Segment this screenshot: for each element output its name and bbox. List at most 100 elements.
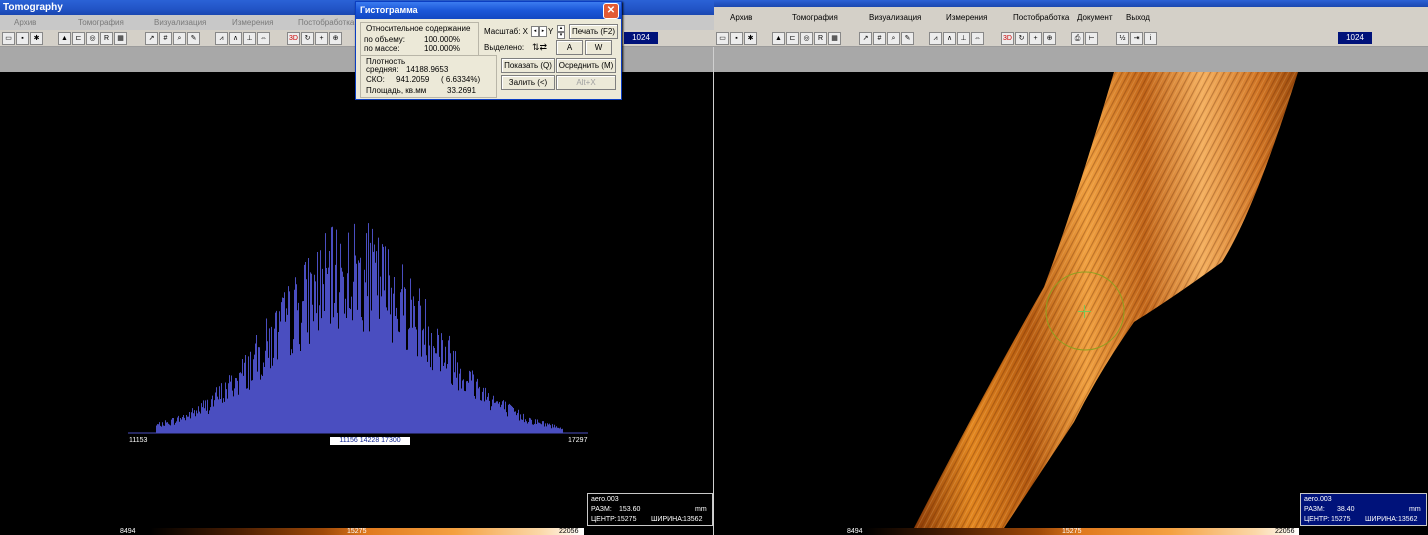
menu-postprocessing[interactable]: Постобработка bbox=[1013, 13, 1069, 22]
width-label: ШИРИНА: bbox=[651, 516, 684, 523]
tool-icon[interactable]: ✎ bbox=[187, 32, 200, 45]
zoom-icon[interactable]: ⌕ bbox=[887, 32, 900, 45]
print-button[interactable]: Печать (F2) bbox=[569, 24, 618, 39]
menu-visualization[interactable]: Визуализация bbox=[154, 18, 206, 27]
slice-count[interactable]: 1024 bbox=[624, 32, 658, 44]
menu-measurements[interactable]: Измерения bbox=[232, 18, 273, 27]
fraction-icon[interactable]: ½ bbox=[1116, 32, 1129, 45]
plus-icon[interactable]: + bbox=[315, 32, 328, 45]
grid-icon[interactable]: ▦ bbox=[828, 32, 841, 45]
crosshair-icon[interactable]: ⊕ bbox=[329, 32, 342, 45]
menu-visualization[interactable]: Визуализация bbox=[869, 13, 921, 22]
area-label: Площадь, кв.мм bbox=[366, 86, 427, 95]
menu-archive[interactable]: Архив bbox=[730, 13, 752, 22]
slice-icon[interactable]: ⊏ bbox=[786, 32, 799, 45]
info-icon[interactable]: i bbox=[1144, 32, 1157, 45]
level-icon[interactable]: ⊥ bbox=[243, 32, 256, 45]
fill-button[interactable]: Залить (<) bbox=[501, 75, 555, 90]
viewport-header-right bbox=[714, 47, 1428, 72]
link-icon[interactable]: ⇔ bbox=[971, 32, 984, 45]
close-icon[interactable]: ✕ bbox=[603, 3, 619, 19]
chart-icon[interactable]: ⩘ bbox=[215, 32, 228, 45]
print-icon[interactable]: ⎙ bbox=[1071, 32, 1084, 45]
density-group: Плотность средняя: 14188.9653 СКО: 941.2… bbox=[360, 55, 497, 98]
profile-icon[interactable]: ↗ bbox=[859, 32, 872, 45]
roi-crosshair-v[interactable] bbox=[1084, 305, 1085, 318]
menu-tomography[interactable]: Томография bbox=[78, 18, 124, 27]
target-icon[interactable]: ◎ bbox=[800, 32, 813, 45]
open-icon[interactable]: ▭ bbox=[716, 32, 729, 45]
menu-bar-right: Архив Томография Визуализация Измерения … bbox=[714, 7, 1428, 30]
specimen-image[interactable] bbox=[714, 72, 1428, 528]
altx-button: Alt+X bbox=[556, 75, 616, 90]
size-label: РАЗМ: bbox=[1304, 506, 1325, 513]
profile-icon[interactable]: ↗ bbox=[145, 32, 158, 45]
crosshair-icon[interactable]: ⊕ bbox=[1043, 32, 1056, 45]
menu-postprocessing[interactable]: Постобработка bbox=[298, 18, 354, 27]
save-icon[interactable]: ▪ bbox=[16, 32, 29, 45]
view-icon[interactable]: ▲ bbox=[772, 32, 785, 45]
measure-icon[interactable]: ∧ bbox=[229, 32, 242, 45]
colorbar-mid: 15275 bbox=[347, 528, 367, 535]
by-mass-label: по массе: bbox=[364, 44, 400, 53]
scale-x-left-icon[interactable]: ◂ bbox=[531, 26, 539, 37]
by-volume-value: 100.000% bbox=[424, 35, 461, 44]
size-unit: mm bbox=[1409, 506, 1421, 513]
w-button[interactable]: W bbox=[585, 40, 612, 55]
sko-percent: ( 6.6334%) bbox=[441, 75, 481, 84]
sort-icon[interactable]: ⇅⇄ bbox=[532, 42, 547, 53]
scale-y-down-icon[interactable]: ▾ bbox=[557, 32, 565, 39]
chart-icon[interactable]: ⩘ bbox=[929, 32, 942, 45]
toolbar-right: ▭ ▪ ✱ ▲ ⊏ ◎ R ▦ ↗ # ⌕ ✎ ⩘ ∧ ⊥ ⇔ 3D ↻ + ⊕… bbox=[714, 30, 1428, 47]
size-label: РАЗМ: bbox=[591, 506, 612, 513]
dialog-title: Гистограмма bbox=[360, 5, 418, 15]
center-value: 15275 bbox=[617, 516, 637, 523]
plus-icon[interactable]: + bbox=[1029, 32, 1042, 45]
width-value: 13562 bbox=[683, 516, 703, 523]
axis-icon[interactable]: ⊢ bbox=[1085, 32, 1098, 45]
link-icon[interactable]: ⇔ bbox=[257, 32, 270, 45]
menu-archive[interactable]: Архив bbox=[14, 18, 36, 27]
size-value: 38.40 bbox=[1337, 506, 1355, 513]
zoom-icon[interactable]: ⌕ bbox=[173, 32, 186, 45]
show-button[interactable]: Показать (Q) bbox=[501, 58, 555, 73]
target-icon[interactable]: ◎ bbox=[86, 32, 99, 45]
slice-count[interactable]: 1024 bbox=[1338, 32, 1372, 44]
center-label: ЦЕНТР: bbox=[1304, 516, 1330, 523]
average-button[interactable]: Осреднить (M) bbox=[556, 58, 616, 73]
scale-x-right-icon[interactable]: ▸ bbox=[539, 26, 547, 37]
colorbar-right bbox=[865, 528, 1299, 535]
dialog-title-bar[interactable]: Гистограмма ✕ bbox=[356, 2, 621, 19]
a-button[interactable]: A bbox=[556, 40, 583, 55]
level-icon[interactable]: ⊥ bbox=[957, 32, 970, 45]
save-icon[interactable]: ▪ bbox=[730, 32, 743, 45]
open-icon[interactable]: ▭ bbox=[2, 32, 15, 45]
scale-y-label: Y bbox=[548, 27, 554, 36]
info-panel-right: aero.003 РАЗМ: 38.40 mm ЦЕНТР: 15275 ШИР… bbox=[1300, 493, 1427, 526]
rotate-icon[interactable]: ↻ bbox=[1015, 32, 1028, 45]
pattern-icon[interactable]: # bbox=[873, 32, 886, 45]
rotate-icon[interactable]: ↻ bbox=[301, 32, 314, 45]
info-panel-left: aero.003 РАЗМ: 153.60 mm ЦЕНТР: 15275 ШИ… bbox=[587, 493, 713, 526]
menu-document[interactable]: Документ bbox=[1077, 13, 1113, 22]
ir-icon[interactable]: R bbox=[100, 32, 113, 45]
3d-button[interactable]: 3D bbox=[287, 32, 300, 45]
grid-icon[interactable]: ▦ bbox=[114, 32, 127, 45]
settings-icon[interactable]: ✱ bbox=[30, 32, 43, 45]
menu-tomography[interactable]: Томография bbox=[792, 13, 838, 22]
mean-value: 14188.9653 bbox=[406, 65, 449, 74]
3d-button[interactable]: 3D bbox=[1001, 32, 1014, 45]
pattern-icon[interactable]: # bbox=[159, 32, 172, 45]
export-icon[interactable]: ⇥ bbox=[1130, 32, 1143, 45]
tool-icon[interactable]: ✎ bbox=[901, 32, 914, 45]
menu-measurements[interactable]: Измерения bbox=[946, 13, 987, 22]
settings-icon[interactable]: ✱ bbox=[744, 32, 757, 45]
measure-icon[interactable]: ∧ bbox=[943, 32, 956, 45]
menu-exit[interactable]: Выход bbox=[1126, 13, 1150, 22]
ir-icon[interactable]: R bbox=[814, 32, 827, 45]
specimen-texture bbox=[914, 72, 1298, 528]
slice-icon[interactable]: ⊏ bbox=[72, 32, 85, 45]
size-value: 153.60 bbox=[619, 506, 641, 513]
view-icon[interactable]: ▲ bbox=[58, 32, 71, 45]
scale-y-up-icon[interactable]: ▴ bbox=[557, 25, 565, 32]
